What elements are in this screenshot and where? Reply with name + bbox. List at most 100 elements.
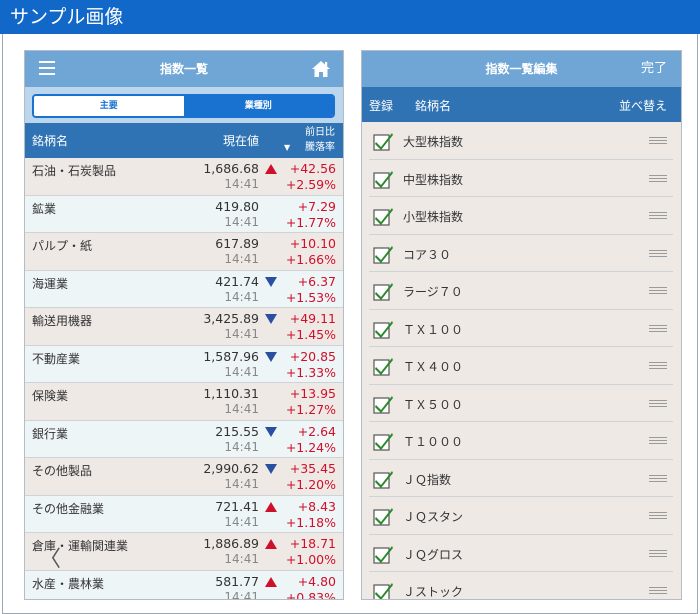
index-label: 中型株指数: [403, 172, 464, 187]
table-row[interactable]: 鉱業 419.80 14:41 +7.29 +1.77%: [25, 195, 343, 233]
checkbox-checked-icon[interactable]: [373, 131, 394, 152]
index-edit-header: 指数一覧編集 完了: [362, 51, 681, 87]
drag-handle-icon[interactable]: [649, 474, 667, 482]
index-change-percent: +1.20%: [285, 477, 336, 492]
column-change[interactable]: 前日比 騰落率: [305, 125, 335, 155]
table-row[interactable]: 水産・農林業 581.77 14:41 +4.80 +0.83%: [25, 570, 343, 600]
drag-handle-icon[interactable]: [649, 437, 667, 444]
home-icon[interactable]: [311, 59, 331, 79]
index-price: 1,886.89: [203, 536, 259, 551]
drag-handle-icon[interactable]: [649, 399, 667, 407]
index-label: 小型株指数: [403, 210, 464, 224]
index-time: 14:41: [224, 477, 259, 491]
list-item: コア３０: [362, 234, 681, 272]
done-button[interactable]: 完了: [641, 51, 667, 87]
drag-handle-icon[interactable]: [649, 549, 667, 557]
up-triangle-icon: [265, 576, 277, 587]
checkbox-checked-icon[interactable]: [373, 544, 394, 565]
drag-handle-icon[interactable]: [649, 212, 667, 219]
index-list-title: 指数一覧: [159, 62, 208, 76]
drag-handle-icon[interactable]: [649, 362, 667, 369]
index-edit-title: 指数一覧編集: [485, 62, 558, 76]
index-change-percent: +2.59%: [285, 177, 336, 192]
drag-handle-icon[interactable]: [649, 587, 667, 594]
column-price[interactable]: 現在値: [223, 132, 259, 149]
table-row[interactable]: 石油・石炭製品 1,686.68 14:41 +42.56 +2.59%: [25, 158, 343, 196]
column-change-bottom: 騰落率: [305, 142, 335, 153]
drag-handle-icon[interactable]: [649, 249, 667, 257]
checkbox-checked-icon[interactable]: [373, 506, 394, 527]
index-change: +35.45: [289, 461, 336, 476]
table-row[interactable]: 不動産業 1,587.96 14:41 +20.85 +1.33%: [25, 345, 343, 383]
checkbox-checked-icon[interactable]: [373, 244, 394, 265]
index-price: 581.77: [215, 573, 259, 589]
checkbox-checked-icon[interactable]: [373, 206, 394, 227]
checkbox-checked-icon[interactable]: [373, 319, 394, 340]
index-label: コア３０: [403, 247, 452, 262]
index-change: +49.11: [289, 311, 336, 326]
index-change: +2.64: [297, 423, 336, 439]
index-time: 14:41: [224, 214, 259, 229]
index-label: ＪＱグロス: [403, 547, 464, 562]
column-reorder: 並べ替え: [618, 99, 667, 113]
list-item: Ｔ１０００: [362, 422, 681, 460]
index-change-percent: +0.83%: [285, 589, 336, 600]
checkbox-checked-icon[interactable]: [373, 169, 394, 190]
index-change-percent: +1.77%: [285, 214, 336, 230]
table-row[interactable]: その他金融業 721.41 14:41 +8.43 +1.18%: [25, 495, 343, 533]
checkbox-checked-icon[interactable]: [373, 281, 394, 302]
checkbox-checked-icon[interactable]: [373, 581, 394, 600]
table-row[interactable]: 輸送用機器 3,425.89 14:41 +49.11 +1.45%: [25, 308, 343, 346]
table-row[interactable]: 倉庫・運輸関連業 1,886.89 14:41 +18.71 +1.00%: [25, 533, 343, 571]
column-name[interactable]: 銘柄名: [32, 132, 68, 149]
drag-handle-icon[interactable]: [649, 287, 667, 294]
index-time: 14:41: [224, 177, 259, 191]
drag-handle-icon[interactable]: [649, 512, 667, 519]
segment-industry[interactable]: 業種別: [183, 96, 333, 116]
table-row[interactable]: パルプ・紙 617.89 14:41 +10.10 +1.66%: [25, 233, 343, 271]
checkbox-checked-icon[interactable]: [373, 431, 394, 452]
index-change-percent: +1.24%: [285, 439, 336, 455]
index-name: パルプ・紙: [32, 239, 93, 253]
index-price: 1,110.31: [203, 386, 259, 401]
index-price: 721.41: [215, 498, 259, 514]
banner-title: サンプル画像: [0, 0, 700, 34]
index-label: ラージ７０: [403, 285, 463, 299]
table-row[interactable]: 保険業 1,110.31 14:41 +13.95 +1.27%: [25, 383, 343, 421]
index-edit-screen: 指数一覧編集 完了 登録 銘柄名 並べ替え 大型株指数 中型株指数 小型株指数 コア３…: [361, 50, 682, 600]
hamburger-icon[interactable]: [39, 61, 55, 75]
index-name: 鉱業: [32, 201, 57, 216]
drag-handle-icon[interactable]: [649, 174, 667, 182]
list-item: ＪＱ指数: [362, 459, 681, 497]
down-triangle-icon: [265, 314, 277, 324]
back-chevron-icon[interactable]: 〈: [39, 541, 61, 573]
table-row[interactable]: 海運業 421.74 14:41 +6.37 +1.53%: [25, 270, 343, 308]
index-price: 421.74: [215, 273, 259, 289]
index-label: ＪＱ指数: [403, 472, 452, 487]
edit-table-header: 登録 銘柄名 並べ替え: [362, 87, 681, 122]
index-time: 14:41: [224, 589, 259, 600]
sort-desc-icon: ▼: [284, 143, 291, 152]
index-change: +42.56: [289, 161, 336, 176]
drag-handle-icon[interactable]: [649, 137, 667, 144]
index-time: 14:41: [224, 364, 259, 379]
index-change-percent: +1.53%: [285, 289, 336, 305]
down-triangle-icon: [265, 276, 277, 287]
index-label: ＴＸ１００: [403, 322, 464, 337]
checkbox-checked-icon[interactable]: [373, 394, 394, 415]
table-row[interactable]: その他製品 2,990.62 14:41 +35.45 +1.20%: [25, 458, 343, 496]
index-table-body: 石油・石炭製品 1,686.68 14:41 +42.56 +2.59% 鉱業 419.80…: [25, 158, 343, 600]
table-row[interactable]: 銀行業 215.55 14:41 +2.64 +1.24%: [25, 420, 343, 458]
index-name: その他金融業: [32, 501, 105, 516]
index-change-percent: +1.00%: [285, 552, 336, 567]
drag-handle-icon[interactable]: [649, 324, 667, 332]
segment-main[interactable]: 主要: [34, 96, 184, 116]
index-name: 海運業: [32, 276, 69, 291]
checkbox-checked-icon[interactable]: [373, 356, 394, 377]
table-header: 銘柄名 現在値 ▼ 前日比 騰落率: [25, 123, 343, 158]
list-item: ＴＸ４００: [362, 347, 681, 385]
index-change-percent: +1.18%: [285, 514, 336, 530]
index-name: 不動産業: [32, 351, 81, 366]
list-item: 小型株指数: [362, 197, 681, 235]
checkbox-checked-icon[interactable]: [373, 469, 394, 490]
